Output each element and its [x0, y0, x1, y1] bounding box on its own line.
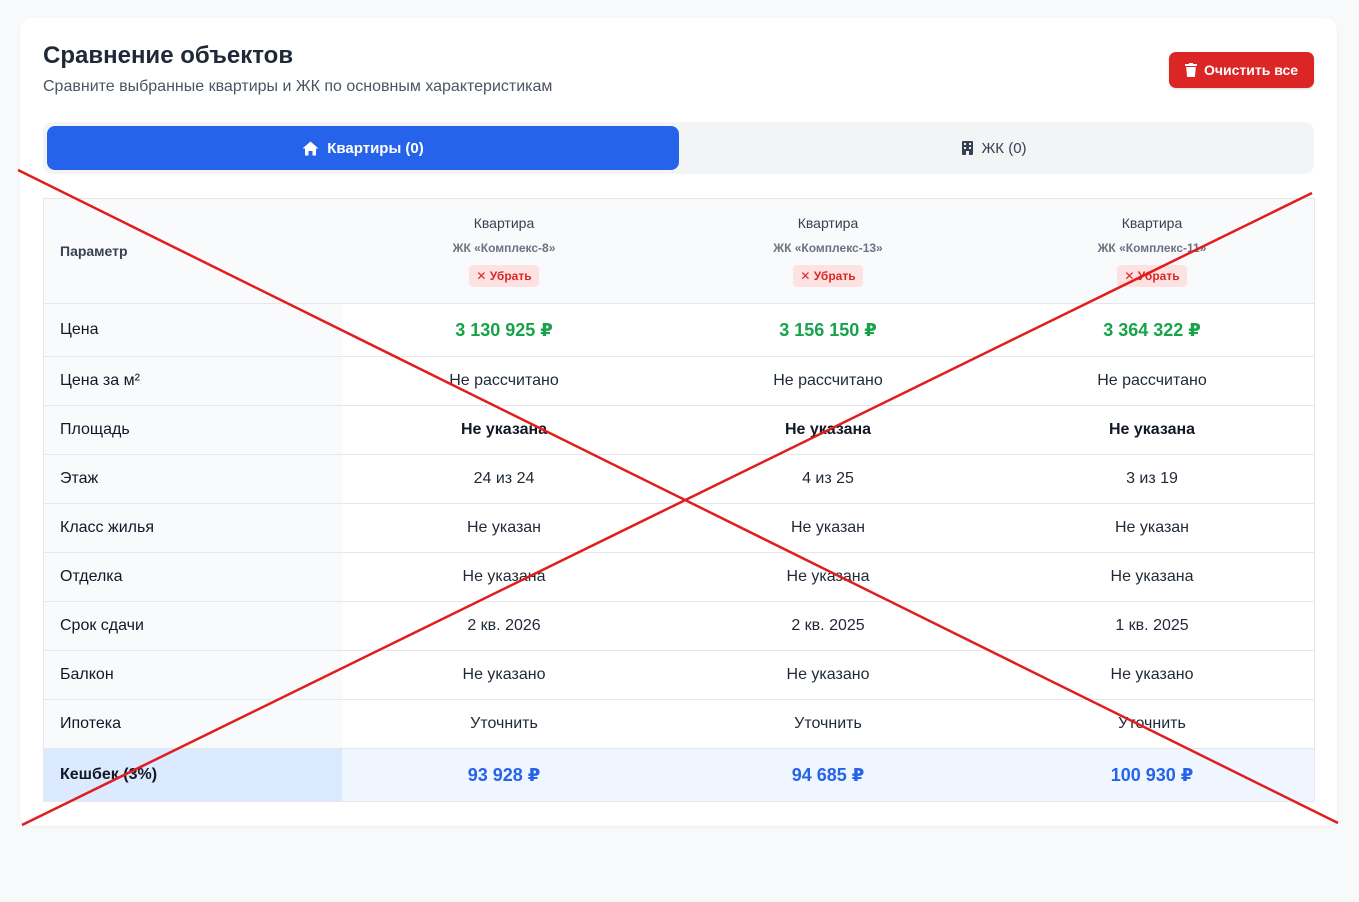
- tab-complexes-label: ЖК (0): [981, 139, 1027, 157]
- price-value: 3 364 322 ₽: [990, 303, 1314, 357]
- tab-apartments[interactable]: Квартиры (0): [47, 126, 679, 170]
- cell-value: Не указана: [990, 405, 1314, 455]
- row-label: Кешбек (3%): [44, 748, 342, 801]
- row-label: Отделка: [44, 552, 342, 602]
- cell-value: Не рассчитано: [666, 356, 990, 406]
- row-label: Класс жилья: [44, 503, 342, 553]
- complex-name: ЖК «Комплекс-11»: [1097, 241, 1207, 255]
- home-icon: [302, 141, 319, 155]
- object-type: Квартира: [1121, 215, 1183, 231]
- cell-value: 3 из 19: [990, 454, 1314, 504]
- column-header: Квартира ЖК «Комплекс-8» ✕ Убрать: [342, 199, 666, 304]
- table-row-housing-class: Класс жилья Не указан Не указан Не указа…: [44, 503, 1314, 553]
- column-header: Квартира ЖК «Комплекс-13» ✕ Убрать: [666, 199, 990, 304]
- page-title: Сравнение объектов: [43, 42, 294, 69]
- cell-value: Не указана: [666, 552, 990, 602]
- comparison-card: Сравнение объектов Сравните выбранные кв…: [20, 18, 1337, 826]
- row-label: Этаж: [44, 454, 342, 504]
- remove-button[interactable]: ✕ Убрать: [469, 265, 539, 287]
- table-row-floor: Этаж 24 из 24 4 из 25 3 из 19: [44, 454, 1314, 504]
- remove-button[interactable]: ✕ Убрать: [1117, 265, 1187, 287]
- table-row-mortgage: Ипотека Уточнить Уточнить Уточнить: [44, 699, 1314, 749]
- cell-value: 4 из 25: [666, 454, 990, 504]
- row-label: Цена: [44, 303, 342, 357]
- building-icon: [962, 141, 974, 155]
- table-header-row: Параметр Квартира ЖК «Комплекс-8» ✕ Убра…: [44, 199, 1314, 304]
- comparison-table: Параметр Квартира ЖК «Комплекс-8» ✕ Убра…: [43, 198, 1315, 802]
- complex-name: ЖК «Комплекс-13»: [773, 241, 883, 255]
- table-row-finishing: Отделка Не указана Не указана Не указана: [44, 552, 1314, 602]
- cell-value: Не указано: [342, 650, 666, 700]
- clear-all-button[interactable]: Очистить все: [1169, 52, 1314, 88]
- cell-value: Уточнить: [666, 699, 990, 749]
- table-row-price: Цена 3 130 925 ₽ 3 156 150 ₽ 3 364 322 ₽: [44, 303, 1314, 357]
- row-label: Балкон: [44, 650, 342, 700]
- cell-value: Не указан: [666, 503, 990, 553]
- tab-complexes[interactable]: ЖК (0): [679, 126, 1310, 170]
- clear-all-label: Очистить все: [1203, 62, 1299, 78]
- object-type: Квартира: [797, 215, 859, 231]
- cell-value: Не рассчитано: [990, 356, 1314, 406]
- cell-value: Не указана: [666, 405, 990, 455]
- page-subtitle: Сравните выбранные квартиры и ЖК по осно…: [43, 78, 553, 95]
- price-value: 3 156 150 ₽: [666, 303, 990, 357]
- table-row-area: Площадь Не указана Не указана Не указана: [44, 405, 1314, 455]
- table-row-cashback: Кешбек (3%) 93 928 ₽ 94 685 ₽ 100 930 ₽: [44, 748, 1314, 801]
- object-type: Квартира: [473, 215, 535, 231]
- table-row-price-per-m2: Цена за м² Не рассчитано Не рассчитано Н…: [44, 356, 1314, 406]
- tab-apartments-label: Квартиры (0): [327, 139, 424, 157]
- tab-bar: Квартиры (0) ЖК (0): [43, 122, 1314, 174]
- cell-value: Не указана: [342, 405, 666, 455]
- row-label: Площадь: [44, 405, 342, 455]
- cell-value: Не указан: [990, 503, 1314, 553]
- cell-value: Уточнить: [342, 699, 666, 749]
- price-value: 3 130 925 ₽: [342, 303, 666, 357]
- cell-value: 1 кв. 2025: [990, 601, 1314, 651]
- cell-value: Не указана: [342, 552, 666, 602]
- cell-value: Уточнить: [990, 699, 1314, 749]
- cell-value: Не указано: [666, 650, 990, 700]
- row-label: Ипотека: [44, 699, 342, 749]
- cell-value: 2 кв. 2025: [666, 601, 990, 651]
- row-label: Цена за м²: [44, 356, 342, 406]
- cashback-value: 94 685 ₽: [666, 748, 990, 801]
- table-row-balcony: Балкон Не указано Не указано Не указано: [44, 650, 1314, 700]
- cell-value: Не указано: [990, 650, 1314, 700]
- cell-value: Не указана: [990, 552, 1314, 602]
- cell-value: Не рассчитано: [342, 356, 666, 406]
- cell-value: Не указан: [342, 503, 666, 553]
- cell-value: 24 из 24: [342, 454, 666, 504]
- cashback-value: 100 930 ₽: [990, 748, 1314, 801]
- column-header: Квартира ЖК «Комплекс-11» ✕ Убрать: [990, 199, 1314, 304]
- row-label: Срок сдачи: [44, 601, 342, 651]
- remove-button[interactable]: ✕ Убрать: [793, 265, 863, 287]
- complex-name: ЖК «Комплекс-8»: [452, 241, 556, 255]
- cell-value: 2 кв. 2026: [342, 601, 666, 651]
- cashback-value: 93 928 ₽: [342, 748, 666, 801]
- table-row-completion-date: Срок сдачи 2 кв. 2026 2 кв. 2025 1 кв. 2…: [44, 601, 1314, 651]
- trash-icon: [1184, 63, 1197, 77]
- param-column-header: Параметр: [44, 199, 342, 304]
